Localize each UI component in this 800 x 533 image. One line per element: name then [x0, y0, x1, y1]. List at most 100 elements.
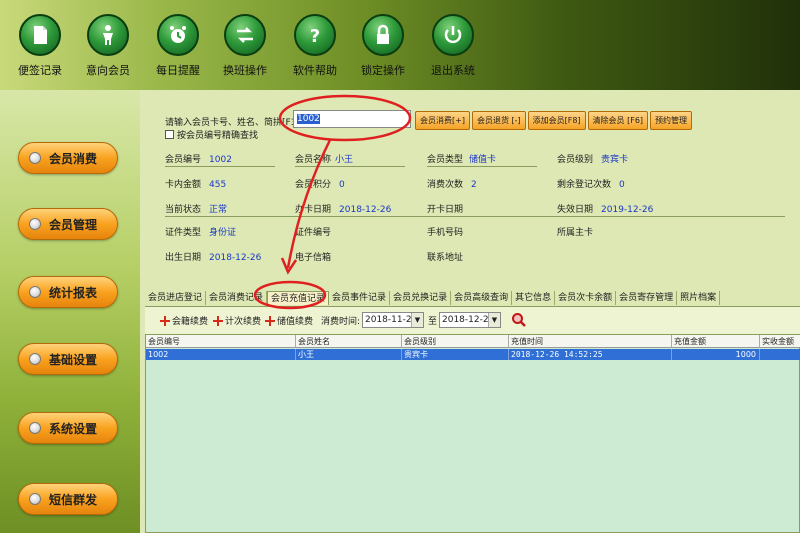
bullet-icon — [29, 152, 41, 164]
power-icon — [432, 14, 474, 56]
date-to-picker[interactable]: 2018-12-28 ▼ — [439, 312, 501, 328]
column-header[interactable]: 会员姓名 — [296, 335, 402, 348]
help-icon: ? — [294, 14, 336, 56]
cell-recharge-amount: 1000 — [672, 349, 760, 360]
search-label: 请输入会员卡号、姓名、简拼[F3] — [165, 118, 300, 128]
bullet-icon — [29, 218, 41, 230]
add-member-button[interactable]: 添加会员[F8] — [527, 111, 586, 130]
return-button[interactable]: 会员退货 [-] — [471, 111, 526, 130]
date-from-picker[interactable]: 2018-11-27 ▼ — [362, 312, 424, 328]
sidebar-item-system-settings[interactable]: 系统设置 — [18, 412, 118, 444]
toolbar-exit-button[interactable]: 退出系统 — [418, 14, 488, 78]
person-icon — [87, 14, 129, 56]
column-header[interactable]: 充值金额 — [672, 335, 760, 348]
column-header[interactable]: 实收金额 — [760, 335, 800, 348]
cell-member-name: 小王 — [296, 349, 402, 360]
exact-match-option[interactable]: 按会员编号精确查找 — [165, 128, 258, 141]
tab-consumption[interactable]: 会员消费记录 — [206, 291, 268, 305]
toolbar-note-button[interactable]: 便签记录 — [5, 14, 75, 78]
consume-button[interactable]: 会员消费[+] — [415, 111, 470, 130]
top-toolbar: 便签记录 意向会员 每日提醒 换班操作 ? 软件帮助 锁定操作 退出系统 — [0, 0, 800, 90]
sidebar-item-basic-settings[interactable]: 基础设置 — [18, 343, 118, 375]
toolbar-help-button[interactable]: ? 软件帮助 — [280, 14, 350, 78]
main-panel: 请输入会员卡号、姓名、简拼[F3] 1002 按会员编号精确查找 会员消费[+]… — [140, 90, 800, 533]
field-label: 当前状态 — [165, 205, 202, 215]
tab-photos[interactable]: 照片档案 — [677, 291, 721, 305]
member-level: 贵宾卡 — [601, 155, 629, 165]
clear-member-button[interactable]: 清除会员 [F6] — [587, 111, 649, 130]
field-label: 会员积分 — [295, 180, 332, 190]
exact-match-checkbox[interactable] — [165, 130, 174, 139]
sidebar-item-members[interactable]: 会员管理 — [18, 208, 118, 240]
toolbar-label: 意向会员 — [86, 64, 130, 77]
exact-match-label: 按会员编号精确查找 — [177, 131, 259, 141]
column-header[interactable]: 充值时间 — [509, 335, 672, 348]
tab-other[interactable]: 其它信息 — [512, 291, 556, 305]
to-label: 至 — [428, 314, 437, 327]
sidebar: 会员消费 会员管理 统计报表 基础设置 系统设置 短信群发 — [0, 90, 140, 533]
cell-received-amount — [760, 349, 800, 360]
chevron-down-icon[interactable]: ▼ — [411, 313, 423, 327]
renew-button[interactable]: 会籍续费 — [160, 314, 208, 327]
field-label: 会员级别 — [557, 155, 594, 165]
member-balance: 455 — [209, 180, 227, 190]
renew-label: 会籍续费 — [172, 317, 209, 327]
search-value: 1002 — [297, 114, 320, 124]
svg-text:?: ? — [310, 26, 320, 47]
stored-renew-button[interactable]: 储值续费 — [265, 314, 313, 327]
sidebar-item-consume[interactable]: 会员消费 — [18, 142, 118, 174]
toolbar-prospect-button[interactable]: 意向会员 — [73, 14, 143, 78]
toolbar-shift-button[interactable]: 换班操作 — [210, 14, 280, 78]
field-label: 出生日期 — [165, 253, 202, 263]
tab-redeem[interactable]: 会员兑换记录 — [390, 291, 452, 305]
field-label: 所属主卡 — [557, 228, 594, 238]
field-label: 证件编号 — [295, 228, 332, 238]
record-tabs: 会员进店登记 会员消费记录 会员充值记录 会员事件记录 会员兑换记录 会员高级查… — [145, 291, 721, 305]
member-remaining: 0 — [619, 180, 625, 190]
reservation-button[interactable]: 预约管理 — [650, 111, 693, 130]
field-label: 会员编号 — [165, 155, 202, 165]
plus-icon — [213, 315, 223, 326]
column-header[interactable]: 会员级别 — [402, 335, 509, 348]
sidebar-item-sms[interactable]: 短信群发 — [18, 483, 118, 515]
toolbar-label: 换班操作 — [223, 64, 267, 77]
search-input[interactable]: 1002 — [293, 110, 411, 128]
count-renew-button[interactable]: 计次续费 — [213, 314, 261, 327]
sidebar-item-reports[interactable]: 统计报表 — [18, 276, 118, 308]
sidebar-item-label: 会员管理 — [49, 217, 98, 232]
field-label: 手机号码 — [427, 228, 464, 238]
tab-recharge[interactable]: 会员充值记录 — [267, 291, 330, 305]
tab-checkin[interactable]: 会员进店登记 — [145, 291, 207, 305]
table-header: 会员编号 会员姓名 会员级别 充值时间 充值金额 实收金额 — [146, 335, 800, 348]
count-renew-label: 计次续费 — [225, 317, 262, 327]
toolbar-label: 软件帮助 — [293, 64, 337, 77]
bullet-icon — [29, 422, 41, 434]
action-buttons: 会员消费[+] 会员退货 [-] 添加会员[F8] 清除会员 [F6] 预约管理 — [415, 111, 693, 130]
field-label: 电子信箱 — [295, 253, 332, 263]
member-id: 1002 — [209, 155, 232, 165]
recharge-toolbar: 会籍续费 计次续费 储值续费 消费时间: 2018-11-27 ▼ 至 2018-… — [145, 306, 800, 334]
tab-count-balance[interactable]: 会员次卡余额 — [555, 291, 617, 305]
tab-storage[interactable]: 会员寄存管理 — [616, 291, 678, 305]
field-label: 消费次数 — [427, 180, 464, 190]
member-id-type: 身份证 — [209, 228, 237, 238]
alarm-clock-icon — [157, 14, 199, 56]
bullet-icon — [29, 286, 41, 298]
plus-icon — [160, 315, 170, 326]
column-header[interactable]: 会员编号 — [146, 335, 296, 348]
to-label-text: 至 — [428, 317, 438, 327]
member-type: 储值卡 — [469, 155, 497, 165]
query-icon[interactable] — [511, 312, 527, 328]
swap-arrows-icon — [224, 14, 266, 56]
tab-advanced-search[interactable]: 会员高级查询 — [451, 291, 513, 305]
member-points: 0 — [339, 180, 345, 190]
plus-icon — [265, 315, 275, 326]
chevron-down-icon[interactable]: ▼ — [488, 313, 500, 327]
field-label: 失效日期 — [557, 205, 594, 215]
tab-events[interactable]: 会员事件记录 — [329, 291, 391, 305]
toolbar-reminder-button[interactable]: 每日提醒 — [143, 14, 213, 78]
table-row[interactable]: 1002 小王 贵宾卡 2018-12-26 14:52:25 1000 — [146, 349, 800, 360]
toolbar-lock-button[interactable]: 锁定操作 — [348, 14, 418, 78]
lock-icon — [362, 14, 404, 56]
cell-recharge-time: 2018-12-26 14:52:25 — [509, 349, 672, 360]
